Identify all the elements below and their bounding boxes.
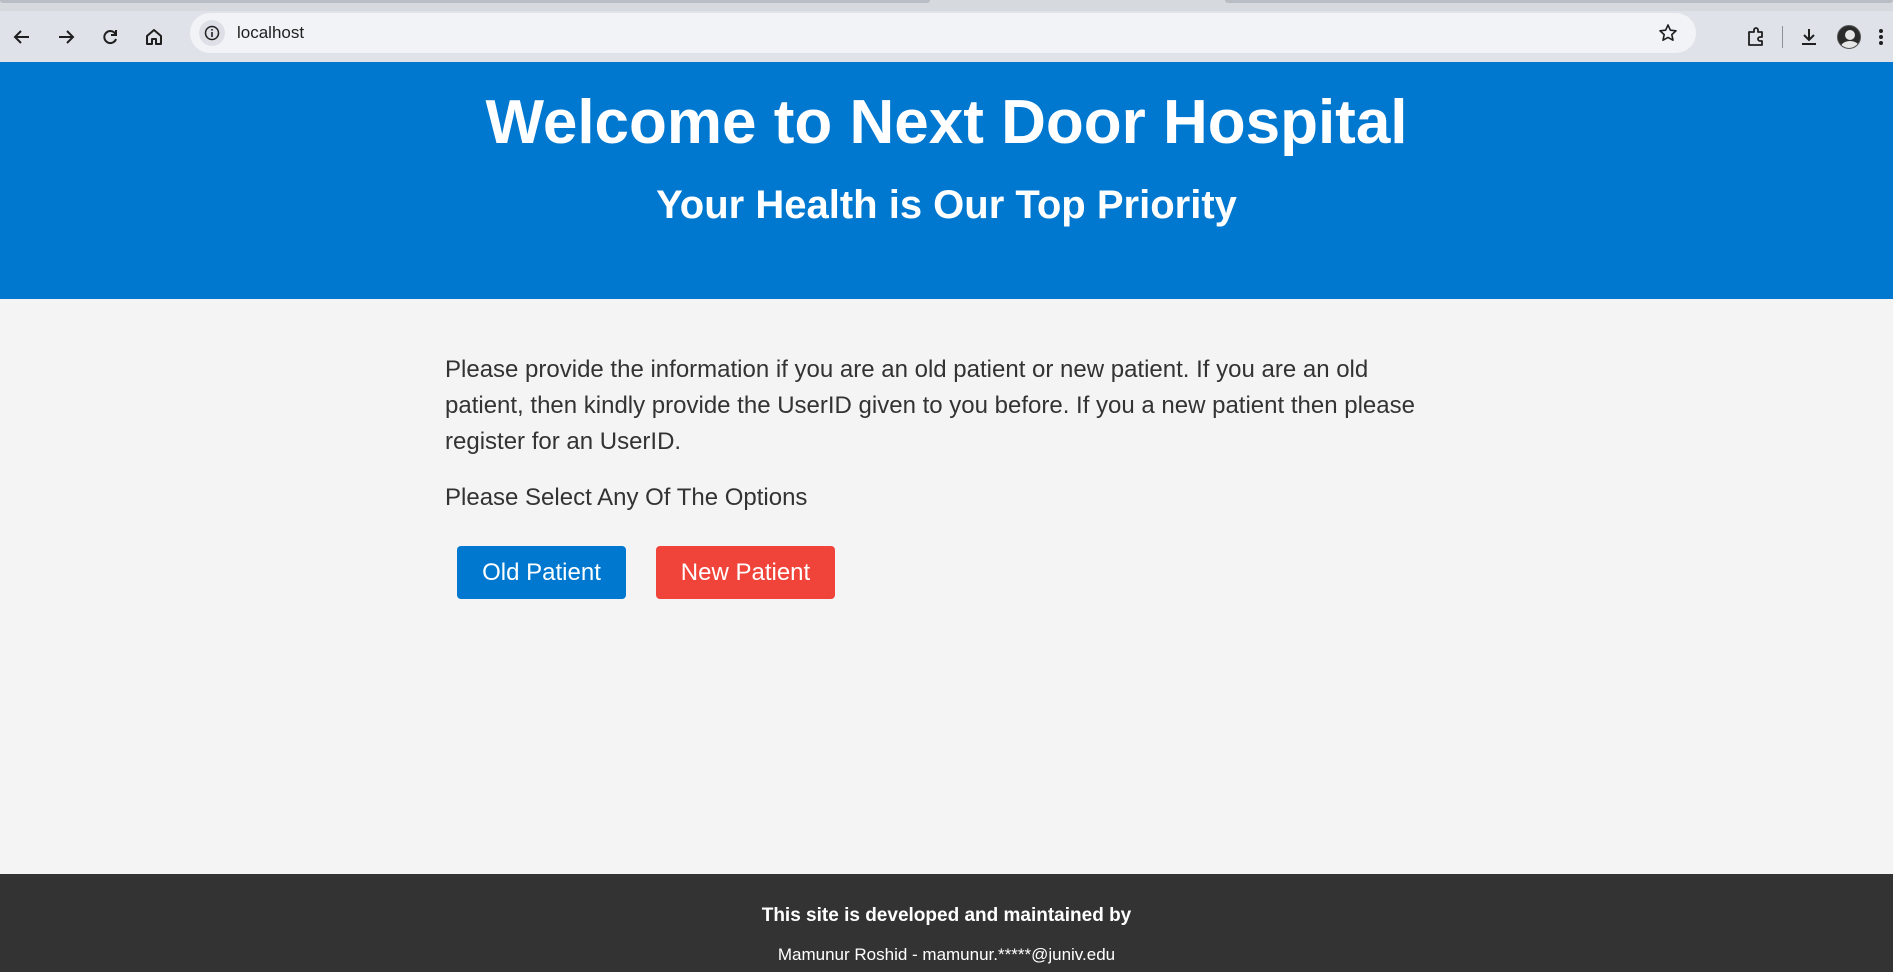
browser-toolbar: localhost: [0, 11, 1893, 62]
page-title: Welcome to Next Door Hospital: [485, 88, 1408, 157]
menu-button[interactable]: [1869, 17, 1893, 57]
page-subtitle: Your Health is Our Top Priority: [656, 183, 1237, 228]
browser-right-tools: [1736, 11, 1893, 62]
extensions-icon: [1748, 26, 1763, 46]
profile-button[interactable]: [1829, 17, 1869, 57]
footer-credit-author: Mamunur Roshid - mamunur.*****@juniv.edu: [777, 945, 1116, 964]
reload-icon: [103, 29, 117, 44]
url-text[interactable]: localhost: [237, 23, 304, 43]
tab-strip: [0, 0, 1893, 11]
browser-chrome: localhost: [0, 0, 1893, 62]
site-footer: This site is developed and maintained by…: [0, 874, 1893, 972]
old-patient-button[interactable]: Old Patient: [457, 546, 626, 599]
address-bar[interactable]: localhost: [190, 13, 1696, 53]
home-button[interactable]: [132, 17, 176, 57]
extensions-button[interactable]: [1736, 17, 1776, 57]
home-icon: [146, 28, 162, 45]
menu-icon: [1879, 28, 1883, 45]
new-patient-button[interactable]: New Patient: [656, 546, 835, 599]
bookmark-star-icon[interactable]: [1658, 23, 1678, 43]
profile-avatar: [1837, 24, 1861, 49]
toolbar-divider: [1782, 25, 1783, 48]
download-button[interactable]: [1789, 17, 1829, 57]
tab-edge: [0, 0, 930, 3]
forward-button[interactable]: [44, 17, 88, 57]
site-info-icon[interactable]: [199, 20, 225, 46]
footer-credit-heading: This site is developed and maintained by: [761, 905, 1132, 926]
back-button[interactable]: [0, 17, 44, 57]
intro-text: Please provide the information if you ar…: [445, 356, 1415, 455]
back-icon: [13, 29, 29, 44]
main-content: Please provide the information if you ar…: [445, 299, 1445, 599]
hero-banner: Welcome to Next Door Hospital Your Healt…: [0, 62, 1893, 299]
forward-icon: [59, 29, 75, 44]
tab-edge: [1225, 0, 1893, 3]
patient-options: Old Patient New Patient: [445, 546, 1445, 599]
reload-button[interactable]: [88, 17, 132, 57]
select-prompt: Please Select Any Of The Options: [445, 484, 808, 511]
download-icon: [1802, 28, 1816, 45]
